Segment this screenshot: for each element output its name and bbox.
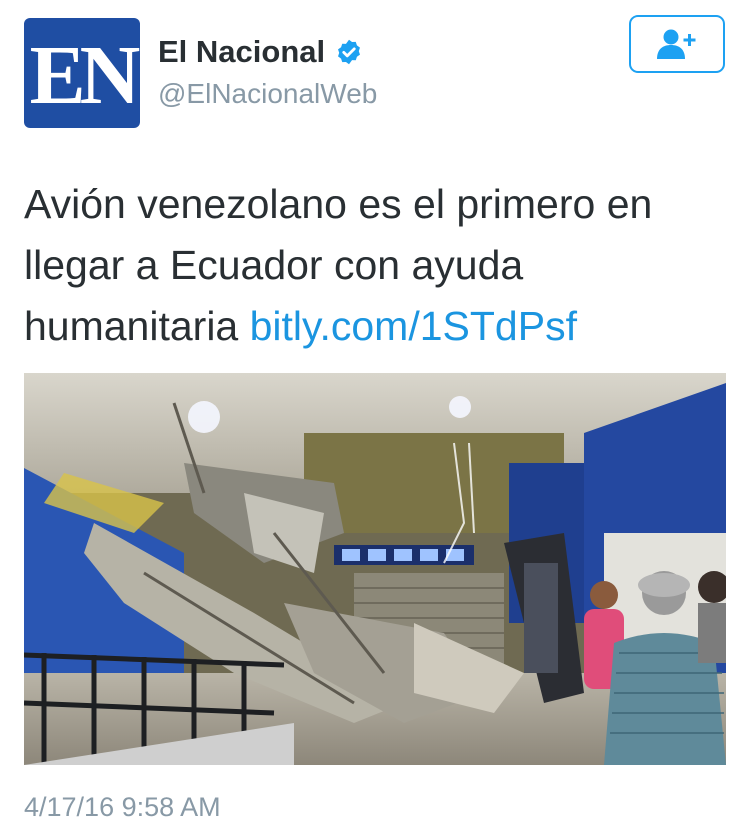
avatar[interactable]: EN: [24, 18, 140, 128]
verified-badge-icon: [338, 39, 361, 65]
tweet-media-image[interactable]: [24, 373, 726, 765]
tweet-link[interactable]: bitly.com/1STdPsf: [250, 303, 577, 349]
follow-button[interactable]: [629, 15, 725, 73]
tweet-text: Avión venezolano es el primero en llegar…: [24, 174, 714, 357]
add-user-icon: [657, 29, 696, 59]
display-name[interactable]: El Nacional: [158, 34, 363, 70]
display-name-text: El Nacional: [158, 34, 326, 69]
collapsed-ceiling-photo: [24, 373, 726, 765]
avatar-logo-text: EN: [29, 29, 140, 122]
tweet-timestamp[interactable]: 4/17/16 9:58 AM: [24, 792, 221, 823]
username[interactable]: @ElNacionalWeb: [158, 78, 377, 110]
